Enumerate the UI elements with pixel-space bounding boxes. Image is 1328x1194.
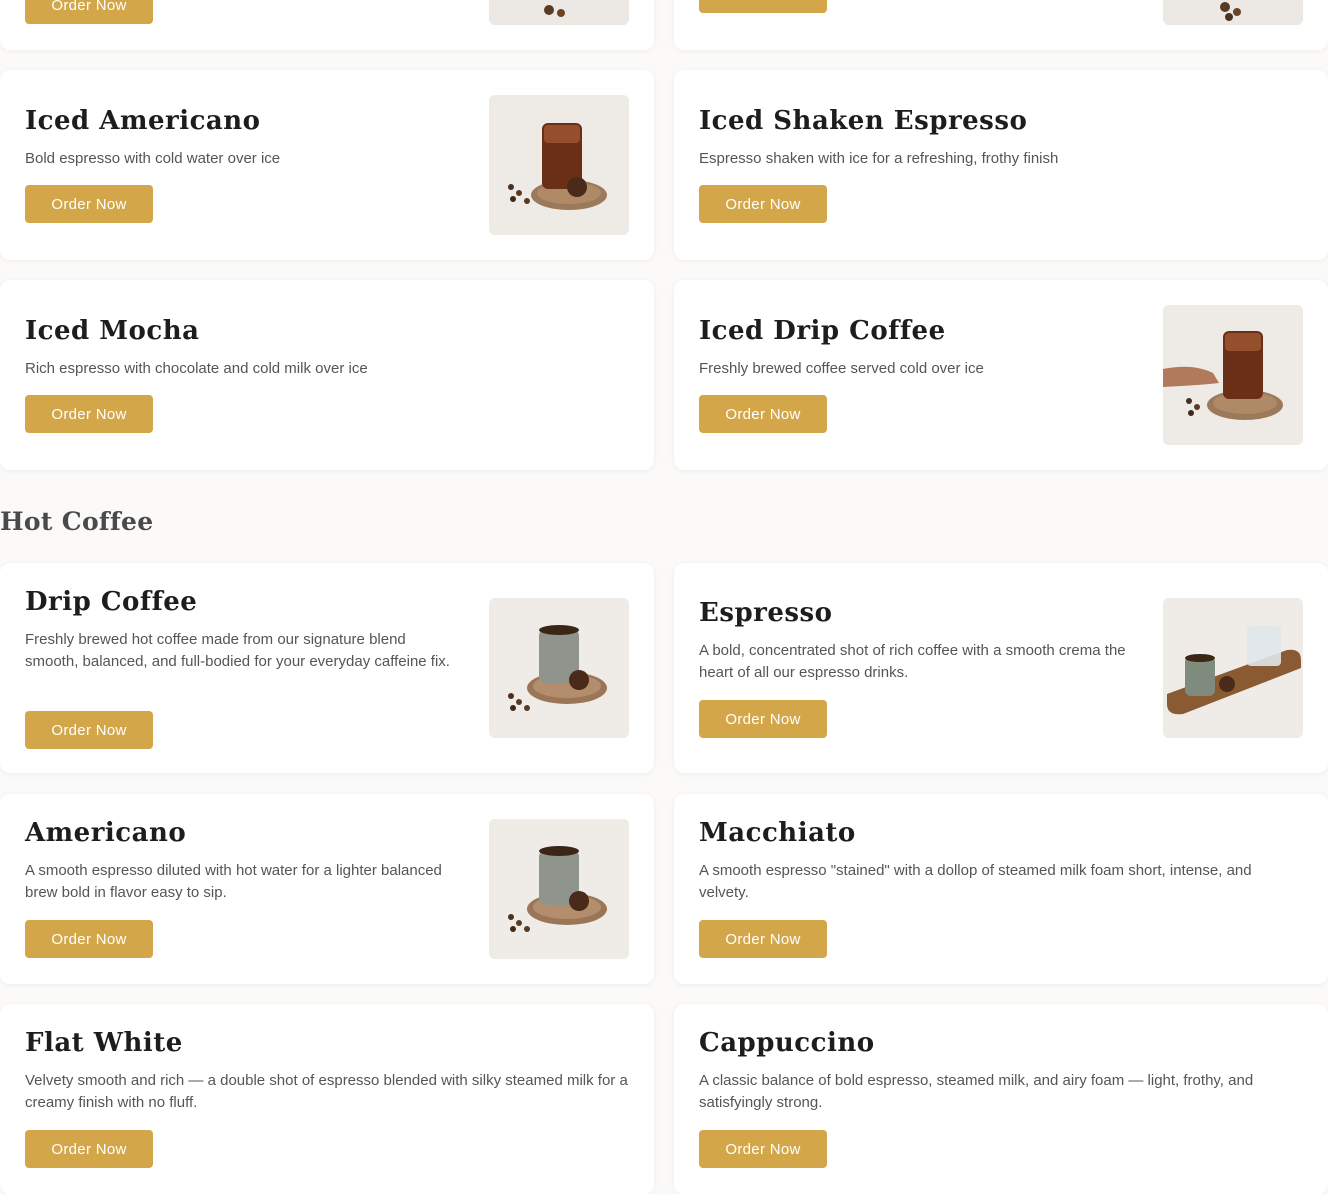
menu-card-macchiato: Macchiato A smooth espresso "stained" wi… [674,794,1328,984]
order-now-button[interactable]: Order Now [699,700,827,738]
order-now-button[interactable]: Order Now [699,185,827,223]
espresso-tray-icon [1163,598,1303,738]
item-description: Rich espresso with chocolate and cold mi… [25,360,368,377]
section-title-hot-coffee: Hot Coffee [0,507,154,536]
menu-card-iced-mocha: Iced Mocha Rich espresso with chocolate … [0,280,654,470]
menu-card-iced-shaken-espresso: Iced Shaken Espresso Espresso shaken wit… [674,70,1328,260]
iced-coffee-hand-icon [1163,305,1303,445]
item-title: Iced Shaken Espresso [699,106,1028,136]
item-title: Espresso [699,598,833,628]
item-title: Iced Americano [25,106,261,136]
order-now-button[interactable]: Order Now [25,920,153,958]
item-description: Bold espresso with cold water over ice [25,150,281,167]
item-description: Freshly brewed hot coffee made from our … [25,631,450,670]
menu-card-cappuccino: Cappuccino A classic balance of bold esp… [674,1004,1328,1194]
menu-card-flat-white: Flat White Velvety smooth and rich — a d… [0,1004,654,1194]
item-title: Iced Drip Coffee [699,316,946,346]
menu-card-iced-drip-coffee: Iced Drip Coffee Freshly brewed coffee s… [674,280,1328,470]
menu-card-iced-americano: Iced Americano Bold espresso with cold w… [0,70,654,260]
menu-card-espresso: Espresso A bold, concentrated shot of ri… [674,563,1328,773]
item-description: A bold, concentrated shot of rich coffee… [699,642,1126,681]
order-now-button[interactable]: Order Now [25,395,153,433]
item-description: A classic balance of bold espresso, stea… [699,1072,1254,1111]
item-title: Macchiato [699,818,856,848]
item-title: Flat White [25,1028,183,1058]
item-description: Espresso shaken with ice for a refreshin… [699,150,1059,167]
coffee-image [489,0,629,25]
ceramic-cup-icon [489,598,629,738]
item-title: Iced Mocha [25,316,200,346]
item-description: Velvety smooth and rich — a double shot … [25,1072,628,1111]
item-description: Freshly brewed coffee served cold over i… [699,360,984,377]
coffee-image [1163,0,1303,25]
item-title: Americano [25,818,187,848]
iced-coffee-glass-icon [489,95,629,235]
item-title: Drip Coffee [25,587,198,617]
order-now-button[interactable]: Order Now [25,0,153,24]
item-description: A smooth espresso "stained" with a dollo… [699,862,1252,901]
order-now-button[interactable]: Order Now [699,395,827,433]
order-now-button[interactable]: Order Now [699,0,827,13]
order-now-button[interactable]: Order Now [25,185,153,223]
menu-card: Order Now [674,0,1328,50]
item-description: A smooth espresso diluted with hot water… [25,862,442,901]
order-now-button[interactable]: Order Now [25,711,153,749]
order-now-button[interactable]: Order Now [699,920,827,958]
item-title: Cappuccino [699,1028,875,1058]
ceramic-cup-icon [489,819,629,959]
menu-card: Order Now [0,0,654,50]
menu-card-americano: Americano A smooth espresso diluted with… [0,794,654,984]
menu-card-drip-coffee: Drip Coffee Freshly brewed hot coffee ma… [0,563,654,773]
